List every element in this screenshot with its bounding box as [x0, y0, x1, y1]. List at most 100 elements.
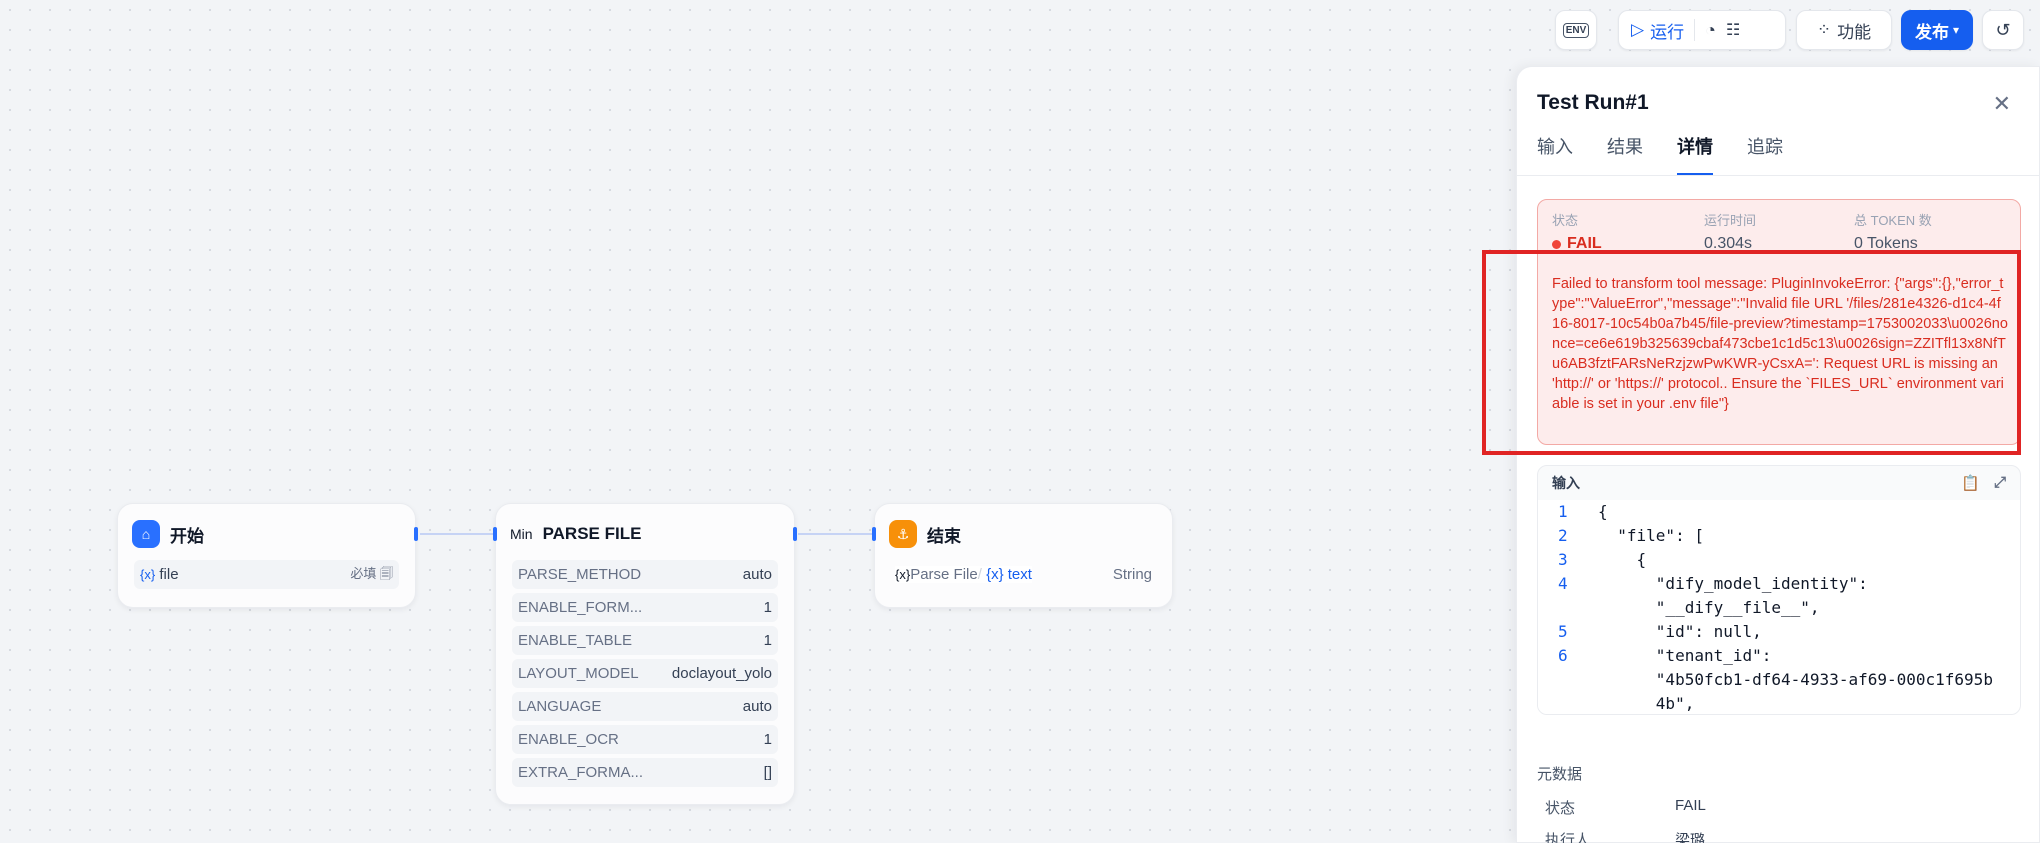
code-line: 1{: [1538, 500, 2020, 524]
tab-0[interactable]: 输入: [1537, 133, 1573, 176]
code-line: 2 "file": [: [1538, 524, 2020, 548]
copy-icon[interactable]: 📋: [1961, 474, 1980, 492]
run-button[interactable]: ▷ 运行: [1631, 18, 1684, 43]
run-toolbar-group: ▷ 运行 ◔ ☷: [1618, 10, 1786, 50]
start-var-row: {x} file 必填 🗐: [134, 560, 399, 589]
end-node-title: 结束: [927, 526, 961, 546]
code-text: "id": null,: [1598, 622, 1762, 641]
param-row: ENABLE_FORM... 1: [512, 593, 778, 622]
checklist-icon[interactable]: ☷: [1726, 20, 1740, 40]
code-line: 3 {: [1538, 548, 2020, 572]
tab-2[interactable]: 详情: [1677, 133, 1713, 176]
home-icon: ⌂: [132, 520, 160, 548]
parse-node-title: PARSE FILE: [542, 524, 642, 543]
param-row: EXTRA_FORMA... []: [512, 758, 778, 787]
param-row: LAYOUT_MODEL doclayout_yolo: [512, 659, 778, 688]
tab-bar: 输入 结果 详情 追踪: [1537, 133, 1783, 176]
expand-icon[interactable]: ⤢: [1994, 474, 2006, 492]
end-input-port[interactable]: [872, 527, 876, 541]
param-value: 1: [763, 632, 772, 649]
start-node-title: 开始: [170, 526, 204, 546]
code-line: 4 "dify_model_identity":: [1538, 572, 2020, 596]
error-highlight-box: [1482, 250, 2021, 455]
panel-title: Test Run#1: [1537, 91, 1649, 114]
end-var-row: {x}Parse File/ {x} text String: [891, 560, 1156, 589]
end-var-type: String: [1112, 566, 1152, 583]
param-key: EXTRA_FORMA...: [518, 764, 644, 781]
features-button[interactable]: ⁘ 功能: [1796, 10, 1892, 50]
metadata-value: FAIL: [1675, 797, 1706, 814]
variable-icon: {x}: [895, 567, 911, 582]
line-number: [1538, 596, 1598, 620]
line-number: 4: [1558, 574, 1568, 593]
parse-output-port[interactable]: [793, 527, 797, 541]
param-key: LAYOUT_MODEL: [518, 665, 639, 682]
line-number: 1: [1558, 502, 1568, 521]
param-key: LANGUAGE: [518, 698, 602, 715]
param-row: LANGUAGE auto: [512, 692, 778, 721]
path-separator: /: [977, 566, 982, 583]
code-line: "__dify__file__",: [1538, 596, 2020, 620]
start-node[interactable]: ⌂ 开始 {x} file 必填 🗐: [117, 503, 418, 608]
code-text: "file": [: [1598, 526, 1704, 545]
metadata-key: 执行人: [1545, 832, 1591, 843]
param-key: ENABLE_FORM...: [518, 599, 643, 616]
code-line: "4b50fcb1-df64-4933-af69-000c1f695b: [1538, 668, 2020, 692]
code-line: 5 "id": null,: [1538, 620, 2020, 644]
publish-label: 发布: [1914, 22, 1949, 42]
metadata-row: 状态 FAIL: [1545, 797, 1706, 818]
tokens-label: 总 TOKEN 数: [1854, 213, 1932, 228]
param-value: auto: [742, 566, 772, 583]
end-var-name: {x} text: [986, 566, 1032, 583]
end-icon: ⚓: [889, 520, 917, 548]
code-text: {: [1598, 502, 1608, 521]
param-row: PARSE_METHOD auto: [512, 560, 778, 589]
code-line: 6 "tenant_id":: [1538, 644, 2020, 668]
fail-dot-icon: [1552, 239, 1561, 249]
param-row: ENABLE_TABLE 1: [512, 626, 778, 655]
play-icon: ▷: [1631, 20, 1645, 39]
required-label: 必填: [350, 565, 377, 581]
end-source-node: Parse File: [910, 566, 978, 583]
env-icon: ENV: [1562, 22, 1590, 38]
code-text: {: [1598, 550, 1647, 569]
metadata-key: 状态: [1545, 800, 1576, 817]
code-line: 4b",: [1538, 692, 2020, 714]
run-history-icon[interactable]: ◔: [1705, 20, 1716, 41]
end-node[interactable]: ⚓ 结束 {x}Parse File/ {x} text String: [872, 503, 1173, 608]
param-key: PARSE_METHOD: [518, 566, 642, 583]
tab-3[interactable]: 追踪: [1747, 133, 1783, 176]
publish-button[interactable]: 发布 ▾: [1901, 10, 1973, 50]
start-output-port[interactable]: [414, 527, 418, 541]
line-number: 2: [1558, 526, 1568, 545]
line-number: 6: [1558, 646, 1568, 665]
param-value: 1: [763, 731, 772, 748]
chevron-down-icon: ▾: [1952, 23, 1960, 37]
metadata-title: 元数据: [1537, 766, 1583, 783]
edge-start-to-parse: [420, 533, 494, 535]
toolbar-divider: [1694, 19, 1696, 41]
parse-file-node[interactable]: Min PARSE FILE PARSE_METHOD auto ENABLE_FO…: [493, 503, 797, 805]
line-number: 5: [1558, 622, 1568, 641]
code-text: 4b",: [1598, 694, 1695, 713]
run-label: 运行: [1650, 22, 1685, 42]
env-button[interactable]: ENV: [1555, 10, 1597, 50]
close-icon[interactable]: ✕: [1993, 91, 2011, 117]
features-label: 功能: [1837, 22, 1872, 42]
tab-1[interactable]: 结果: [1607, 133, 1643, 176]
status-label: 状态: [1552, 213, 1579, 228]
version-history-button[interactable]: ↺: [1982, 10, 2024, 50]
start-var-name: file: [159, 566, 179, 583]
param-value: doclayout_yolo: [671, 665, 772, 682]
edge-parse-to-end: [798, 533, 872, 535]
parse-input-port[interactable]: [493, 527, 497, 541]
metadata-row: 执行人 梁璐: [1545, 829, 1705, 843]
code-editor[interactable]: 1{2 "file": [3 {4 "dify_model_identity":…: [1538, 500, 2020, 714]
param-key: ENABLE_TABLE: [518, 632, 632, 649]
line-number: [1538, 668, 1598, 692]
code-text: "dify_model_identity":: [1598, 574, 1868, 593]
code-text: "4b50fcb1-df64-4933-af69-000c1f695b: [1598, 670, 1993, 689]
metadata-value: 梁璐: [1675, 832, 1706, 843]
line-number: [1538, 692, 1598, 714]
features-icon: ⁘: [1816, 20, 1832, 39]
